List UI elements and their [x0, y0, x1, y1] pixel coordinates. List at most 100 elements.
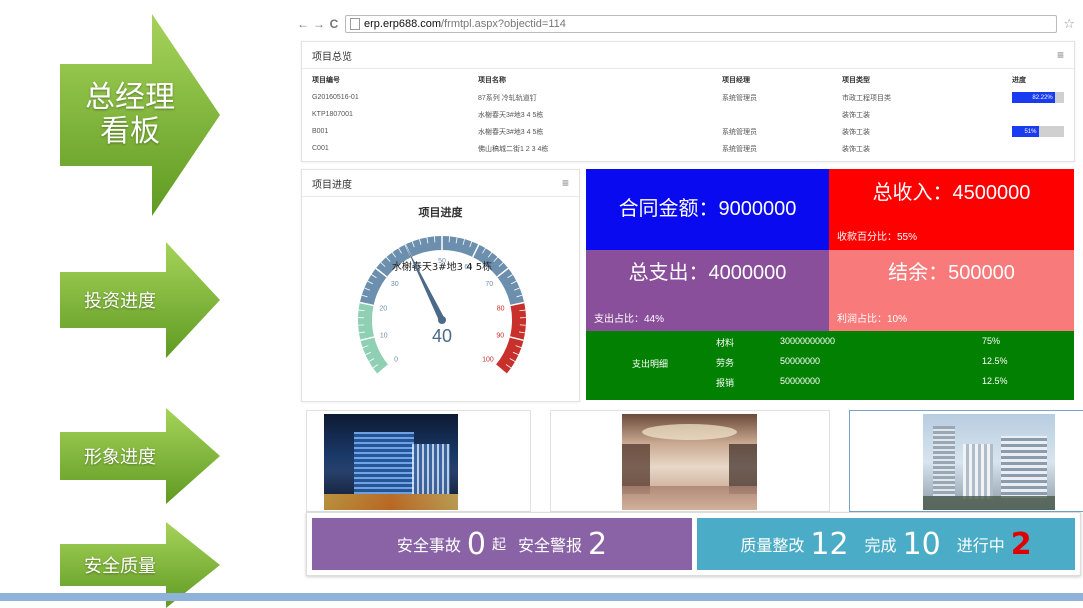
- site-photo-mall-interior: [622, 414, 757, 510]
- browser-toolbar: ← → C erp.erp688.com/frmtpl.aspx?objecti…: [297, 14, 1075, 34]
- gauge-tick-label: 0: [394, 357, 398, 364]
- detail-amount: 30000000000: [780, 336, 835, 346]
- bookmark-star-icon[interactable]: ☆: [1063, 16, 1075, 32]
- done-count: 10: [903, 527, 941, 562]
- accident-unit: 起: [492, 534, 506, 554]
- arrow-image-progress[interactable]: 形象进度: [60, 408, 220, 504]
- income-ratio: 收款百分比：55%: [837, 228, 917, 243]
- progress-bar: 51%: [1012, 126, 1064, 137]
- overview-table: 项目编号 项目名称 项目经理 项目类型 进度 G20160516-01 87系列…: [302, 71, 1074, 157]
- detail-ratio: 12.5%: [982, 376, 1008, 386]
- gauge-value: 40: [432, 326, 452, 346]
- expense-detail-tile: 支出明细 材料 30000000000 75% 劳务 50000000 12.5…: [586, 331, 1074, 400]
- arrow-left-icon[interactable]: ←: [297, 17, 307, 31]
- progress-fill: 82.22%: [1012, 92, 1055, 103]
- cell-name: 87系列 冷轧轨道钉: [468, 89, 712, 106]
- detail-amount: 50000000: [780, 376, 820, 386]
- cell-type: 装饰工装: [832, 123, 1002, 140]
- total-expense: 总支出：4000000: [586, 256, 829, 285]
- table-header-row: 项目编号 项目名称 项目经理 项目类型 进度: [302, 71, 1074, 89]
- total-expense-tile: 总支出：4000000 支出占比：44%: [586, 250, 829, 331]
- gauge-tick-label: 10: [380, 333, 388, 340]
- address-bar[interactable]: erp.erp688.com/frmtpl.aspx?objectid=114: [345, 15, 1057, 33]
- gauge-tick-label: 90: [496, 333, 504, 340]
- total-income: 总收入：4500000: [829, 176, 1074, 205]
- bottom-strip: [0, 593, 1083, 601]
- arrow-label: 总经理看板: [60, 14, 200, 216]
- cell-progress: 82.22%: [1002, 89, 1074, 106]
- project-overview-panel: 项目总览 ≡ 项目编号 项目名称 项目经理 项目类型 进度 G20160516-…: [301, 41, 1075, 162]
- col-header: 项目名称: [468, 71, 712, 89]
- table-row[interactable]: B001 水榭春天3#地3 4 5栋 系统管理员 装饰工装 51%: [302, 123, 1074, 140]
- cell-code: C001: [302, 140, 468, 157]
- expense-ratio: 支出占比：44%: [594, 310, 664, 325]
- cell-type: 装饰工装: [832, 140, 1002, 157]
- cell-name: 佛山稿城二街1 2 3 4栋: [468, 140, 712, 157]
- progress-bar: 82.22%: [1012, 92, 1064, 103]
- done-label: 完成: [865, 532, 897, 556]
- alarm-count: 2: [588, 527, 607, 562]
- cell-manager: 系统管理员: [712, 140, 832, 157]
- page-icon: [350, 18, 360, 30]
- contract-amount: 合同金额：9000000: [586, 192, 829, 221]
- progress-fill: 51%: [1012, 126, 1039, 137]
- cell-code: G20160516-01: [302, 89, 468, 106]
- gauge-tick: [449, 236, 450, 242]
- col-header: 项目编号: [302, 71, 468, 89]
- menu-icon[interactable]: ≡: [1057, 48, 1064, 62]
- gauge-hub: [438, 316, 446, 324]
- table-row[interactable]: G20160516-01 87系列 冷轧轨道钉 系统管理员 市政工程项目类 82…: [302, 89, 1074, 106]
- reload-icon[interactable]: C: [329, 17, 339, 31]
- contract-amount-tile: 合同金额：9000000: [586, 169, 829, 250]
- detail-ratio: 12.5%: [982, 356, 1008, 366]
- gauge-series-label: 水榭春天3#地3 4 5栋: [392, 260, 492, 273]
- alarm-label: 安全警报: [518, 532, 582, 556]
- accident-label: 安全事故: [397, 532, 461, 556]
- url-domain: erp.erp688.com: [364, 18, 441, 30]
- cell-type: 市政工程项目类: [832, 89, 1002, 106]
- arrow-investment-progress[interactable]: 投资进度: [60, 242, 220, 358]
- project-progress-panel: 项目进度 ≡ 项目进度 0102030405060708090100 水榭春天3…: [301, 169, 580, 402]
- cell-progress: [1002, 106, 1074, 123]
- site-photo-night-building: [324, 414, 458, 510]
- arrow-label: 形象进度: [60, 408, 180, 504]
- url-path: /frmtpl.aspx?objectid=114: [441, 18, 566, 30]
- gauge-needle: [404, 243, 444, 322]
- rectify-label: 质量整改: [740, 532, 804, 556]
- expense-detail-label: 支出明细: [632, 357, 668, 370]
- balance: 结余：500000: [829, 256, 1074, 285]
- menu-icon[interactable]: ≡: [562, 176, 569, 190]
- table-row[interactable]: KTP1807001 水榭春天3#地3 4 5栋 装饰工装: [302, 106, 1074, 123]
- ongoing-count: 2: [1011, 527, 1032, 562]
- panel-title: 项目总览: [312, 48, 352, 63]
- progress-gauge: 0102030405060708090100 水榭春天3#地3 4 5栋 40: [302, 218, 579, 398]
- site-photo-card-2[interactable]: [550, 410, 830, 512]
- total-income-tile: 总收入：4500000 收款百分比：55%: [829, 169, 1074, 250]
- arrow-label: 投资进度: [60, 242, 180, 358]
- accident-count: 0: [467, 527, 486, 562]
- cell-progress: [1002, 140, 1074, 157]
- col-header: 项目类型: [832, 71, 1002, 89]
- table-row[interactable]: C001 佛山稿城二街1 2 3 4栋 系统管理员 装饰工装: [302, 140, 1074, 157]
- cell-code: B001: [302, 123, 468, 140]
- site-photo-card-3[interactable]: [849, 410, 1083, 512]
- arrow-right-icon[interactable]: →: [313, 17, 323, 31]
- gauge-tick-label: 80: [497, 306, 505, 313]
- col-header: 项目经理: [712, 71, 832, 89]
- detail-item: 报销: [716, 376, 734, 389]
- gauge-tick-label: 70: [485, 281, 493, 288]
- quality-box: 质量整改 12 完成 10 进行中 2: [697, 518, 1075, 570]
- cell-name: 水榭春天3#地3 4 5栋: [468, 106, 712, 123]
- safety-quality-panel: 安全事故 0 起 安全警报 2 质量整改 12 完成 10 进行中 2: [306, 512, 1081, 576]
- arrow-ceo-dashboard[interactable]: 总经理看板: [60, 14, 220, 216]
- detail-item: 材料: [716, 336, 734, 349]
- gauge-tick-label: 100: [482, 357, 494, 364]
- profit-ratio: 利润占比：10%: [837, 310, 907, 325]
- panel-title: 项目进度: [312, 176, 352, 191]
- cell-manager: 系统管理员: [712, 123, 832, 140]
- site-photo-card-1[interactable]: [306, 410, 531, 512]
- gauge-tick-label: 30: [391, 281, 399, 288]
- gauge-tick-label: 20: [379, 306, 387, 313]
- detail-item: 劳务: [716, 356, 734, 369]
- cell-name: 水榭春天3#地3 4 5栋: [468, 123, 712, 140]
